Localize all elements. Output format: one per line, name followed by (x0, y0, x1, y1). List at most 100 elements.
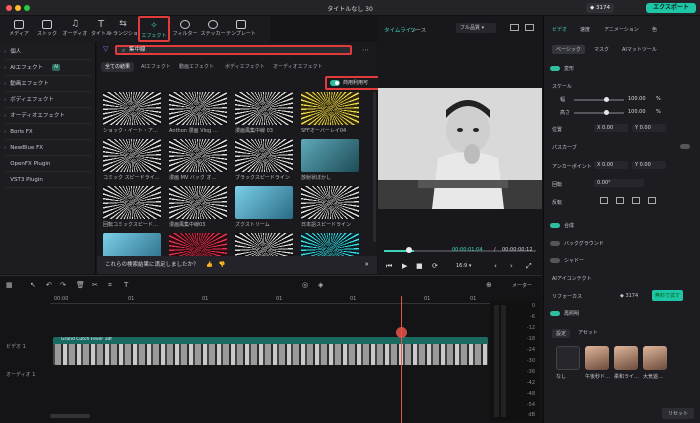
redo-icon[interactable]: ↷ (60, 281, 66, 289)
tab-template[interactable]: テンプレート (224, 16, 258, 42)
playhead-handle[interactable] (396, 327, 407, 338)
tab-effect[interactable]: ✧ エフェクト (138, 16, 170, 42)
video-canvas[interactable] (378, 88, 542, 209)
tab-transition[interactable]: ⇆ トランジション (108, 16, 138, 42)
filter-ai-effects[interactable]: AIエフェクト (137, 62, 175, 72)
effect-thumbnail[interactable] (103, 186, 161, 219)
close-icon[interactable]: ✕ (364, 256, 369, 274)
filter-all[interactable]: 全ての結果 (101, 62, 135, 72)
composite-switch[interactable] (550, 223, 560, 228)
tab-source-preview[interactable]: ソース (410, 26, 426, 34)
sidebar-item-audio-effects[interactable]: › オーディオエフェクト (4, 108, 92, 124)
rotate-right-icon[interactable] (648, 197, 656, 204)
preset-none[interactable] (556, 346, 580, 370)
ai-tool-icon[interactable]: ◎ (302, 281, 308, 289)
subtab-ai-matte[interactable]: AIマットツール (622, 46, 657, 53)
loop-icon[interactable]: ⟳ (432, 262, 438, 270)
rotate-left-icon[interactable] (632, 197, 640, 204)
minimize-window-icon[interactable] (15, 5, 21, 11)
anchor-x-field[interactable]: X 0.00 (594, 161, 628, 169)
sidebar-item-body-effects[interactable]: › ボディエフェクト (4, 92, 92, 108)
text-icon[interactable]: T (124, 281, 128, 289)
filter-audio-effects[interactable]: オーディオエフェクト (269, 62, 327, 72)
timeline-scrollbar[interactable] (50, 414, 90, 418)
background-switch[interactable] (550, 241, 560, 246)
path-curve-switch[interactable] (680, 144, 690, 149)
sidebar-item-vst3[interactable]: ›VST3 Plugin (4, 172, 92, 188)
sidebar-item-ai-effects[interactable]: › AIエフェクト AI (4, 60, 92, 76)
more-options-icon[interactable]: ⋯ (362, 46, 369, 54)
sidebar-item-video-effects[interactable]: › 動画エフェクト (4, 76, 92, 92)
position-y-field[interactable]: Y 0.00 (632, 124, 666, 132)
video-clip[interactable]: Grand Cutch Fever 18f (53, 337, 488, 365)
maximize-window-icon[interactable] (24, 5, 30, 11)
tab-color[interactable]: 色 (652, 26, 657, 33)
thumbs-down-icon[interactable]: 👎 (219, 262, 226, 268)
anchor-y-field[interactable]: Y 0.00 (632, 161, 666, 169)
browser-scrollbar[interactable] (373, 92, 376, 242)
effect-thumbnail[interactable] (301, 186, 359, 219)
preset-tab-settings[interactable]: 設定 (552, 329, 571, 338)
next-frame-icon[interactable]: › (510, 262, 513, 270)
height-slider[interactable] (574, 110, 624, 115)
sidebar-item-personal[interactable]: › 個人 (4, 44, 92, 60)
close-window-icon[interactable] (6, 5, 12, 11)
filter-video-effects[interactable]: 動画エフェクト (175, 62, 218, 72)
reset-button[interactable]: リセット (662, 408, 695, 419)
aspect-ratio-select[interactable]: 16:9 ▾ (456, 263, 471, 269)
sidebar-item-newblue-fx[interactable]: › NewBlue FX (4, 140, 92, 156)
shadow-switch[interactable] (550, 258, 560, 263)
sidebar-item-boris-fx[interactable]: › Boris FX (4, 124, 92, 140)
delete-icon[interactable]: 🗑 (76, 281, 85, 289)
toggle-switch[interactable] (330, 80, 340, 86)
height-slider-knob[interactable] (604, 110, 609, 115)
step-back-icon[interactable]: ⏮ (386, 262, 392, 271)
playhead[interactable] (401, 296, 402, 423)
refocus-trial-button[interactable]: 無料で試す (652, 290, 684, 301)
effect-thumbnail[interactable] (103, 92, 161, 125)
export-button[interactable]: エクスポート (646, 3, 696, 13)
preset-2[interactable] (614, 346, 638, 370)
undo-icon[interactable]: ↶ (46, 281, 52, 289)
commercial-use-toggle[interactable]: 商用利用可 (325, 76, 385, 90)
layout-icon[interactable]: ▦ (6, 281, 13, 289)
preset-tab-assets[interactable]: アセット (578, 329, 598, 336)
transform-switch[interactable] (550, 66, 560, 71)
flip-vertical-icon[interactable] (616, 197, 624, 204)
preset-3[interactable] (643, 346, 667, 370)
relight-switch[interactable] (550, 311, 560, 316)
tab-video[interactable]: ビデオ (552, 26, 567, 33)
position-x-field[interactable]: X 0.00 (594, 124, 628, 132)
width-value[interactable]: 100.00 (628, 96, 646, 102)
preview-scrubber[interactable] (406, 247, 412, 253)
marker-icon[interactable]: ◈ (318, 281, 323, 289)
zoom-icon[interactable]: ⊕ (486, 281, 492, 289)
stop-icon[interactable]: ■ (416, 262, 423, 270)
width-slider[interactable] (574, 97, 624, 102)
time-ruler[interactable]: 00:00 01 01 01 01 01 01 (50, 296, 490, 304)
crop-icon[interactable]: ⌗ (108, 281, 112, 290)
split-icon[interactable]: ✂ (92, 281, 98, 289)
effect-thumbnail[interactable] (301, 92, 359, 125)
effect-thumbnail[interactable] (169, 139, 227, 172)
play-icon[interactable]: ▶ (402, 262, 407, 270)
subtab-mask[interactable]: マスク (594, 46, 609, 53)
effect-thumbnail[interactable] (301, 139, 359, 172)
width-slider-knob[interactable] (604, 97, 609, 102)
tab-speed[interactable]: 速度 (580, 26, 590, 33)
tab-animation[interactable]: アニメーション (604, 26, 639, 33)
filter-body-effects[interactable]: ボディエフェクト (221, 62, 269, 72)
ai-search-icon[interactable]: ▽ (103, 45, 108, 53)
height-value[interactable]: 100.00 (628, 109, 646, 115)
rotate-field[interactable]: 0.00° (594, 179, 644, 187)
subtab-basic[interactable]: ベーシック (552, 45, 585, 54)
prev-frame-icon[interactable]: ‹ (494, 262, 497, 270)
search-input[interactable]: ⌕ 集中線 (115, 45, 352, 55)
effect-thumbnail[interactable] (169, 186, 227, 219)
effect-thumbnail[interactable] (103, 139, 161, 172)
effect-thumbnail[interactable] (235, 139, 293, 172)
effect-thumbnail[interactable] (169, 92, 227, 125)
preset-1[interactable] (585, 346, 609, 370)
credits-badge[interactable]: ◆ 3174 (586, 3, 614, 13)
effect-thumbnail[interactable] (235, 92, 293, 125)
